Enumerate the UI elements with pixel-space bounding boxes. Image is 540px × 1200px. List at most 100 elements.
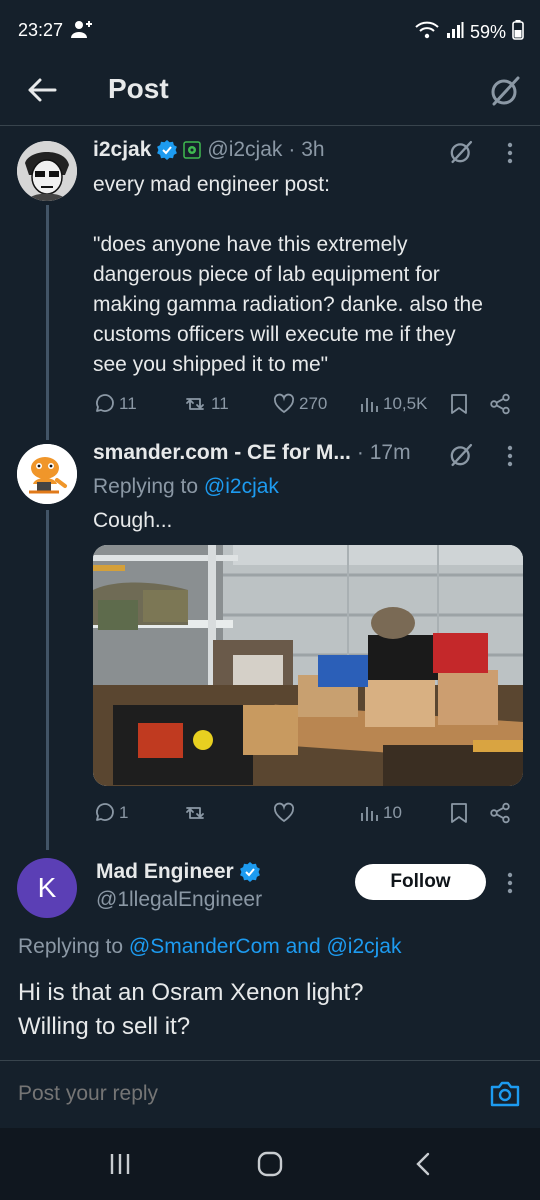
tweet-line: "does anyone have this extremely xyxy=(93,233,408,256)
avatar[interactable] xyxy=(17,141,77,201)
reply-count: 11 xyxy=(119,394,137,413)
camera-icon xyxy=(490,1081,520,1107)
grok-button[interactable] xyxy=(445,439,477,471)
tweet-text: every mad engineer post: "does anyone ha… xyxy=(93,170,523,380)
tweet-header: i2cjak @i2cjak · 3h xyxy=(93,138,325,162)
share-button[interactable] xyxy=(489,802,511,824)
author-handle[interactable]: @1llegalEngineer xyxy=(96,888,262,912)
like-button[interactable] xyxy=(273,802,295,824)
author-handle[interactable]: @i2cjak xyxy=(207,138,282,162)
like-count: 270 xyxy=(299,394,328,413)
grok-icon xyxy=(491,76,520,106)
arrow-left-icon xyxy=(28,78,57,102)
post-time: · 3h xyxy=(288,138,325,161)
reply-icon xyxy=(96,394,114,412)
battery-percent: 59% xyxy=(469,22,506,42)
replying-to-handle[interactable]: @i2cjak xyxy=(204,475,279,498)
battery-icon xyxy=(512,20,524,45)
status-right: 59% xyxy=(414,20,524,45)
tweet-text: Hi is that an Osram Xenon light? Willing… xyxy=(18,976,364,1044)
chevron-left-icon xyxy=(416,1152,430,1176)
tweet-line: Hi is that an Osram Xenon light? xyxy=(18,979,364,1006)
replying-to-label: Replying to xyxy=(93,475,199,498)
bookmark-button[interactable] xyxy=(450,802,468,824)
more-options-button[interactable] xyxy=(496,441,524,471)
home-button[interactable] xyxy=(250,1148,290,1180)
reply-button[interactable]: 11 xyxy=(93,393,137,415)
avatar-letter: K xyxy=(37,872,57,903)
repost-button[interactable] xyxy=(183,802,207,824)
grok-icon xyxy=(450,443,473,467)
reply-icon xyxy=(96,803,114,821)
replying-to-handles[interactable]: @SmanderCom and @i2cjak xyxy=(129,935,402,958)
replying-to-label: Replying to xyxy=(18,935,124,958)
status-time: 23:27 xyxy=(18,20,64,40)
views-button[interactable]: 10,5K xyxy=(359,394,427,414)
more-vertical-icon xyxy=(507,445,513,467)
tweet-line: every mad engineer post: xyxy=(93,173,330,196)
verified-badge-icon xyxy=(157,140,178,160)
tweet-text: Cough... xyxy=(93,509,173,532)
recents-button[interactable] xyxy=(100,1148,140,1180)
share-icon xyxy=(490,802,510,824)
repost-button[interactable]: 11 xyxy=(183,393,229,415)
more-options-button[interactable] xyxy=(496,138,524,168)
signal-icon xyxy=(446,21,464,44)
follow-button[interactable]: Follow xyxy=(355,864,486,900)
recents-icon xyxy=(110,1154,130,1174)
bookmark-icon xyxy=(451,394,467,414)
nav-back-button[interactable] xyxy=(403,1148,443,1180)
tweet-line: making gamma radiation? danke. also the xyxy=(93,293,483,316)
page-title: Post xyxy=(108,73,169,104)
reply-input[interactable] xyxy=(18,1077,458,1111)
avatar[interactable] xyxy=(17,444,77,504)
views-count: 10,5K xyxy=(383,394,428,413)
share-button[interactable] xyxy=(489,393,511,415)
tweet-header: smander.com - CE for M... · 17m xyxy=(93,441,411,465)
tweet-line: Willing to sell it? xyxy=(18,1013,191,1040)
heart-icon xyxy=(273,802,295,823)
views-count: 10 xyxy=(383,803,402,822)
replying-to: Replying to @SmanderCom and @i2cjak xyxy=(18,932,402,962)
grok-button[interactable] xyxy=(445,136,477,168)
status-bar: 23:27 59% xyxy=(0,0,540,60)
avatar[interactable]: K xyxy=(17,858,77,918)
repost-icon xyxy=(186,398,204,410)
views-chart-icon xyxy=(361,398,378,412)
post-image[interactable] xyxy=(93,545,523,786)
post-time: · 17m xyxy=(356,441,411,464)
back-button[interactable] xyxy=(22,70,62,110)
grok-icon xyxy=(450,140,473,164)
tweet-line: customs officers will execute me if they xyxy=(93,323,456,346)
reply-bar xyxy=(0,1060,540,1128)
wifi-icon xyxy=(414,20,440,45)
system-nav-bar xyxy=(0,1128,540,1200)
tweet-header: Mad Engineer xyxy=(96,860,260,884)
repost-icon xyxy=(186,807,204,819)
grok-button[interactable] xyxy=(484,70,526,112)
more-vertical-icon xyxy=(507,142,513,164)
post-header: Post xyxy=(0,60,540,126)
reply-count: 1 xyxy=(119,803,129,822)
views-button[interactable]: 10 xyxy=(359,803,402,823)
bookmark-button[interactable] xyxy=(450,393,468,415)
tweet-actions: 1 10 xyxy=(0,799,540,827)
heart-icon xyxy=(273,393,295,414)
affiliate-badge-icon xyxy=(183,141,202,159)
bookmark-icon xyxy=(451,803,467,823)
home-icon xyxy=(257,1151,283,1177)
author-name[interactable]: Mad Engineer xyxy=(96,860,234,884)
tweet-handle-row: @1llegalEngineer xyxy=(96,888,262,912)
like-button[interactable]: 270 xyxy=(273,393,327,415)
views-chart-icon xyxy=(361,807,378,821)
more-vertical-icon xyxy=(507,872,513,894)
replying-to: Replying to @i2cjak xyxy=(93,472,279,502)
camera-button[interactable] xyxy=(486,1075,524,1113)
verified-badge-icon xyxy=(239,862,260,882)
reply-button[interactable]: 1 xyxy=(93,802,128,824)
more-options-button[interactable] xyxy=(496,868,524,898)
author-name[interactable]: i2cjak xyxy=(93,138,151,162)
tweet-actions: 11 11 270 10,5K xyxy=(0,390,540,418)
repost-count: 11 xyxy=(211,394,229,413)
author-name[interactable]: smander.com - CE for M... xyxy=(93,441,351,465)
